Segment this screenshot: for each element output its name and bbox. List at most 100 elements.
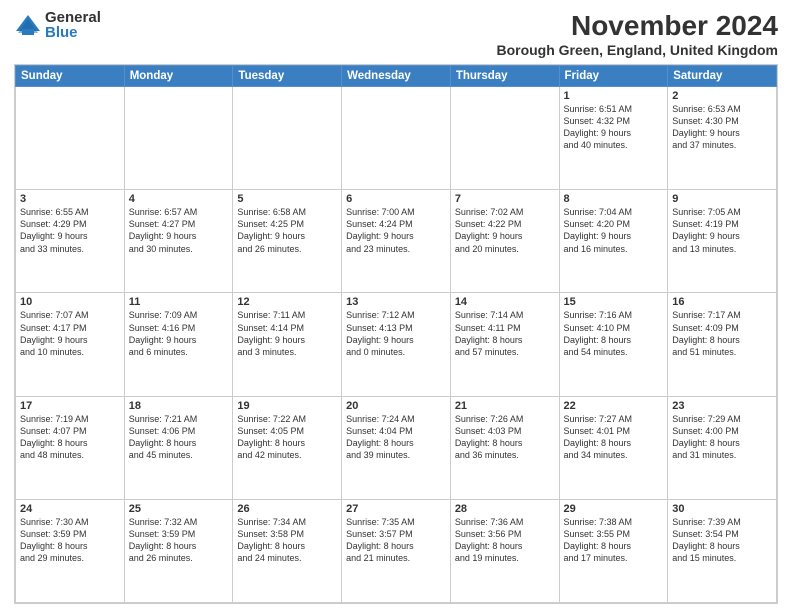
day-cell-3-2: 19Sunrise: 7:22 AM Sunset: 4:05 PM Dayli… [233,396,342,499]
day-info: Sunrise: 7:36 AM Sunset: 3:56 PM Dayligh… [455,516,555,565]
day-info: Sunrise: 7:02 AM Sunset: 4:22 PM Dayligh… [455,206,555,255]
header-tuesday: Tuesday [233,66,342,87]
day-cell-2-1: 11Sunrise: 7:09 AM Sunset: 4:16 PM Dayli… [124,293,233,396]
day-cell-3-1: 18Sunrise: 7:21 AM Sunset: 4:06 PM Dayli… [124,396,233,499]
day-number: 2 [672,90,772,102]
day-cell-3-3: 20Sunrise: 7:24 AM Sunset: 4:04 PM Dayli… [342,396,451,499]
header-monday: Monday [124,66,233,87]
day-number: 20 [346,400,446,412]
header-friday: Friday [559,66,668,87]
day-number: 8 [564,193,664,205]
calendar: Sunday Monday Tuesday Wednesday Thursday… [14,64,778,604]
week-row-3: 10Sunrise: 7:07 AM Sunset: 4:17 PM Dayli… [16,293,777,396]
header-wednesday: Wednesday [342,66,451,87]
day-cell-4-5: 29Sunrise: 7:38 AM Sunset: 3:55 PM Dayli… [559,499,668,602]
day-cell-2-2: 12Sunrise: 7:11 AM Sunset: 4:14 PM Dayli… [233,293,342,396]
day-info: Sunrise: 7:12 AM Sunset: 4:13 PM Dayligh… [346,309,446,358]
header-saturday: Saturday [668,66,777,87]
day-cell-4-0: 24Sunrise: 7:30 AM Sunset: 3:59 PM Dayli… [16,499,125,602]
day-cell-2-3: 13Sunrise: 7:12 AM Sunset: 4:13 PM Dayli… [342,293,451,396]
day-info: Sunrise: 7:39 AM Sunset: 3:54 PM Dayligh… [672,516,772,565]
day-number: 6 [346,193,446,205]
day-info: Sunrise: 7:32 AM Sunset: 3:59 PM Dayligh… [129,516,229,565]
day-info: Sunrise: 7:05 AM Sunset: 4:19 PM Dayligh… [672,206,772,255]
day-info: Sunrise: 7:34 AM Sunset: 3:58 PM Dayligh… [237,516,337,565]
day-cell-3-5: 22Sunrise: 7:27 AM Sunset: 4:01 PM Dayli… [559,396,668,499]
day-number: 29 [564,503,664,515]
week-row-4: 17Sunrise: 7:19 AM Sunset: 4:07 PM Dayli… [16,396,777,499]
day-cell-1-3: 6Sunrise: 7:00 AM Sunset: 4:24 PM Daylig… [342,190,451,293]
day-number: 4 [129,193,229,205]
day-number: 23 [672,400,772,412]
day-number: 14 [455,296,555,308]
day-info: Sunrise: 7:17 AM Sunset: 4:09 PM Dayligh… [672,309,772,358]
location: Borough Green, England, United Kingdom [496,42,778,58]
page: General Blue November 2024 Borough Green… [0,0,792,612]
day-info: Sunrise: 7:07 AM Sunset: 4:17 PM Dayligh… [20,309,120,358]
day-cell-1-1: 4Sunrise: 6:57 AM Sunset: 4:27 PM Daylig… [124,190,233,293]
day-info: Sunrise: 7:27 AM Sunset: 4:01 PM Dayligh… [564,413,664,462]
day-cell-1-0: 3Sunrise: 6:55 AM Sunset: 4:29 PM Daylig… [16,190,125,293]
day-number: 16 [672,296,772,308]
day-info: Sunrise: 7:09 AM Sunset: 4:16 PM Dayligh… [129,309,229,358]
day-info: Sunrise: 7:04 AM Sunset: 4:20 PM Dayligh… [564,206,664,255]
day-number: 27 [346,503,446,515]
day-number: 24 [20,503,120,515]
day-number: 5 [237,193,337,205]
logo-general-text: General [45,10,101,25]
day-cell-4-2: 26Sunrise: 7:34 AM Sunset: 3:58 PM Dayli… [233,499,342,602]
day-info: Sunrise: 6:58 AM Sunset: 4:25 PM Dayligh… [237,206,337,255]
day-number: 19 [237,400,337,412]
title-block: November 2024 Borough Green, England, Un… [496,10,778,58]
logo: General Blue [14,10,101,40]
week-row-5: 24Sunrise: 7:30 AM Sunset: 3:59 PM Dayli… [16,499,777,602]
day-cell-1-2: 5Sunrise: 6:58 AM Sunset: 4:25 PM Daylig… [233,190,342,293]
day-info: Sunrise: 6:53 AM Sunset: 4:30 PM Dayligh… [672,103,772,152]
day-number: 13 [346,296,446,308]
day-number: 26 [237,503,337,515]
day-number: 17 [20,400,120,412]
day-number: 18 [129,400,229,412]
day-cell-2-6: 16Sunrise: 7:17 AM Sunset: 4:09 PM Dayli… [668,293,777,396]
header-sunday: Sunday [16,66,125,87]
day-cell-0-0 [16,87,125,190]
day-number: 12 [237,296,337,308]
day-number: 1 [564,90,664,102]
logo-blue-text: Blue [45,25,101,40]
day-number: 10 [20,296,120,308]
day-number: 22 [564,400,664,412]
week-row-1: 1Sunrise: 6:51 AM Sunset: 4:32 PM Daylig… [16,87,777,190]
day-cell-2-0: 10Sunrise: 7:07 AM Sunset: 4:17 PM Dayli… [16,293,125,396]
day-cell-3-0: 17Sunrise: 7:19 AM Sunset: 4:07 PM Dayli… [16,396,125,499]
day-info: Sunrise: 7:38 AM Sunset: 3:55 PM Dayligh… [564,516,664,565]
day-cell-2-5: 15Sunrise: 7:16 AM Sunset: 4:10 PM Dayli… [559,293,668,396]
day-info: Sunrise: 7:16 AM Sunset: 4:10 PM Dayligh… [564,309,664,358]
month-title: November 2024 [496,10,778,42]
day-info: Sunrise: 6:51 AM Sunset: 4:32 PM Dayligh… [564,103,664,152]
day-cell-1-6: 9Sunrise: 7:05 AM Sunset: 4:19 PM Daylig… [668,190,777,293]
day-info: Sunrise: 7:35 AM Sunset: 3:57 PM Dayligh… [346,516,446,565]
header: General Blue November 2024 Borough Green… [14,10,778,58]
logo-text: General Blue [45,10,101,40]
day-cell-3-6: 23Sunrise: 7:29 AM Sunset: 4:00 PM Dayli… [668,396,777,499]
day-cell-0-6: 2Sunrise: 6:53 AM Sunset: 4:30 PM Daylig… [668,87,777,190]
day-cell-4-6: 30Sunrise: 7:39 AM Sunset: 3:54 PM Dayli… [668,499,777,602]
day-info: Sunrise: 7:11 AM Sunset: 4:14 PM Dayligh… [237,309,337,358]
day-info: Sunrise: 7:19 AM Sunset: 4:07 PM Dayligh… [20,413,120,462]
calendar-header-row: Sunday Monday Tuesday Wednesday Thursday… [16,66,777,87]
day-cell-3-4: 21Sunrise: 7:26 AM Sunset: 4:03 PM Dayli… [450,396,559,499]
header-thursday: Thursday [450,66,559,87]
day-info: Sunrise: 6:55 AM Sunset: 4:29 PM Dayligh… [20,206,120,255]
day-info: Sunrise: 7:14 AM Sunset: 4:11 PM Dayligh… [455,309,555,358]
day-cell-4-4: 28Sunrise: 7:36 AM Sunset: 3:56 PM Dayli… [450,499,559,602]
day-number: 11 [129,296,229,308]
day-info: Sunrise: 7:22 AM Sunset: 4:05 PM Dayligh… [237,413,337,462]
day-cell-0-2 [233,87,342,190]
day-info: Sunrise: 7:21 AM Sunset: 4:06 PM Dayligh… [129,413,229,462]
day-number: 21 [455,400,555,412]
day-cell-4-3: 27Sunrise: 7:35 AM Sunset: 3:57 PM Dayli… [342,499,451,602]
day-cell-0-4 [450,87,559,190]
day-number: 28 [455,503,555,515]
day-number: 25 [129,503,229,515]
day-cell-0-3 [342,87,451,190]
